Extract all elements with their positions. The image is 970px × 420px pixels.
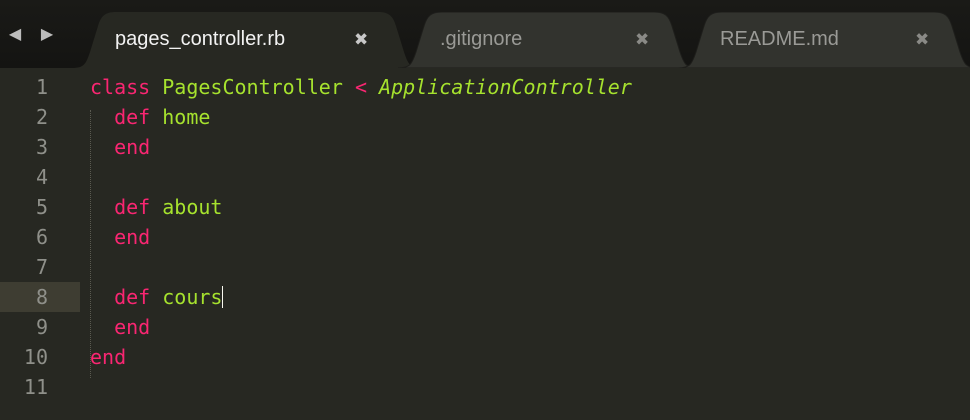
code-token: ApplicationController bbox=[379, 75, 632, 99]
code-line[interactable]: 9 end bbox=[0, 312, 970, 342]
tab-label: pages_controller.rb bbox=[115, 28, 286, 50]
line-number: 7 bbox=[35, 255, 48, 279]
code-line[interactable]: 2 def home bbox=[0, 102, 970, 132]
code-token: < bbox=[354, 75, 367, 99]
line-number: 9 bbox=[35, 315, 48, 339]
line-number: 10 bbox=[23, 345, 48, 369]
forward-arrow-icon[interactable]: ▶ bbox=[37, 24, 57, 44]
line-number: 2 bbox=[35, 105, 48, 129]
tab-label: .gitignore bbox=[440, 28, 523, 50]
code-token: class bbox=[90, 75, 151, 99]
back-arrow-icon[interactable]: ◀ bbox=[5, 24, 25, 44]
code-text: class PagesController < ApplicationContr… bbox=[90, 75, 632, 99]
code-line[interactable]: 11 bbox=[0, 372, 970, 402]
code-token: end bbox=[114, 225, 151, 249]
tab-bar: ◀ ▶ pages_controller.rb ✖ .gitignore ✖ R… bbox=[0, 0, 970, 68]
code-token: def bbox=[114, 195, 151, 219]
line-number: 8 bbox=[35, 285, 48, 309]
tab-label: README.md bbox=[720, 28, 839, 50]
code-editor[interactable]: 1 class PagesController < ApplicationCont… bbox=[0, 68, 970, 420]
code-token: PagesController bbox=[162, 75, 343, 99]
code-line[interactable]: 7 bbox=[0, 252, 970, 282]
code-text: def home bbox=[90, 105, 210, 129]
code-text: end bbox=[90, 315, 150, 339]
code-line[interactable]: 8 def cours bbox=[0, 282, 970, 312]
code-token: home bbox=[162, 105, 211, 129]
close-icon[interactable]: ✖ bbox=[635, 30, 649, 50]
code-token: end bbox=[90, 345, 127, 369]
code-text: def about bbox=[90, 195, 222, 219]
code-line[interactable]: 1 class PagesController < ApplicationCont… bbox=[0, 72, 970, 102]
code-text: end bbox=[90, 345, 126, 369]
code-token: def bbox=[114, 285, 151, 309]
code-text: end bbox=[90, 225, 150, 249]
line-number: 4 bbox=[35, 165, 48, 189]
editor-window: ◀ ▶ pages_controller.rb ✖ .gitignore ✖ R… bbox=[0, 0, 970, 420]
tab-pages-controller[interactable]: pages_controller.rb ✖ bbox=[72, 12, 422, 68]
line-number: 6 bbox=[35, 225, 48, 249]
code-text: def cours bbox=[90, 285, 224, 309]
line-number: 5 bbox=[35, 195, 48, 219]
line-number: 3 bbox=[35, 135, 48, 159]
close-icon[interactable]: ✖ bbox=[354, 30, 368, 50]
line-number: 1 bbox=[35, 75, 48, 99]
code-line[interactable]: 6 end bbox=[0, 222, 970, 252]
code-token: end bbox=[114, 315, 151, 339]
code-token: def bbox=[114, 105, 151, 129]
close-icon[interactable]: ✖ bbox=[915, 30, 929, 50]
code-line[interactable]: 4 bbox=[0, 162, 970, 192]
code-token: cours bbox=[162, 285, 223, 309]
code-text: end bbox=[90, 135, 150, 159]
line-number: 11 bbox=[23, 375, 48, 399]
code-line[interactable]: 5 def about bbox=[0, 192, 970, 222]
code-token: end bbox=[114, 135, 151, 159]
text-cursor bbox=[222, 286, 224, 308]
tab-readme[interactable]: README.md ✖ bbox=[678, 12, 970, 68]
code-line[interactable]: 3 end bbox=[0, 132, 970, 162]
tab-gitignore[interactable]: .gitignore ✖ bbox=[398, 12, 698, 68]
code-token: about bbox=[162, 195, 223, 219]
code-line[interactable]: 10 end bbox=[0, 342, 970, 372]
